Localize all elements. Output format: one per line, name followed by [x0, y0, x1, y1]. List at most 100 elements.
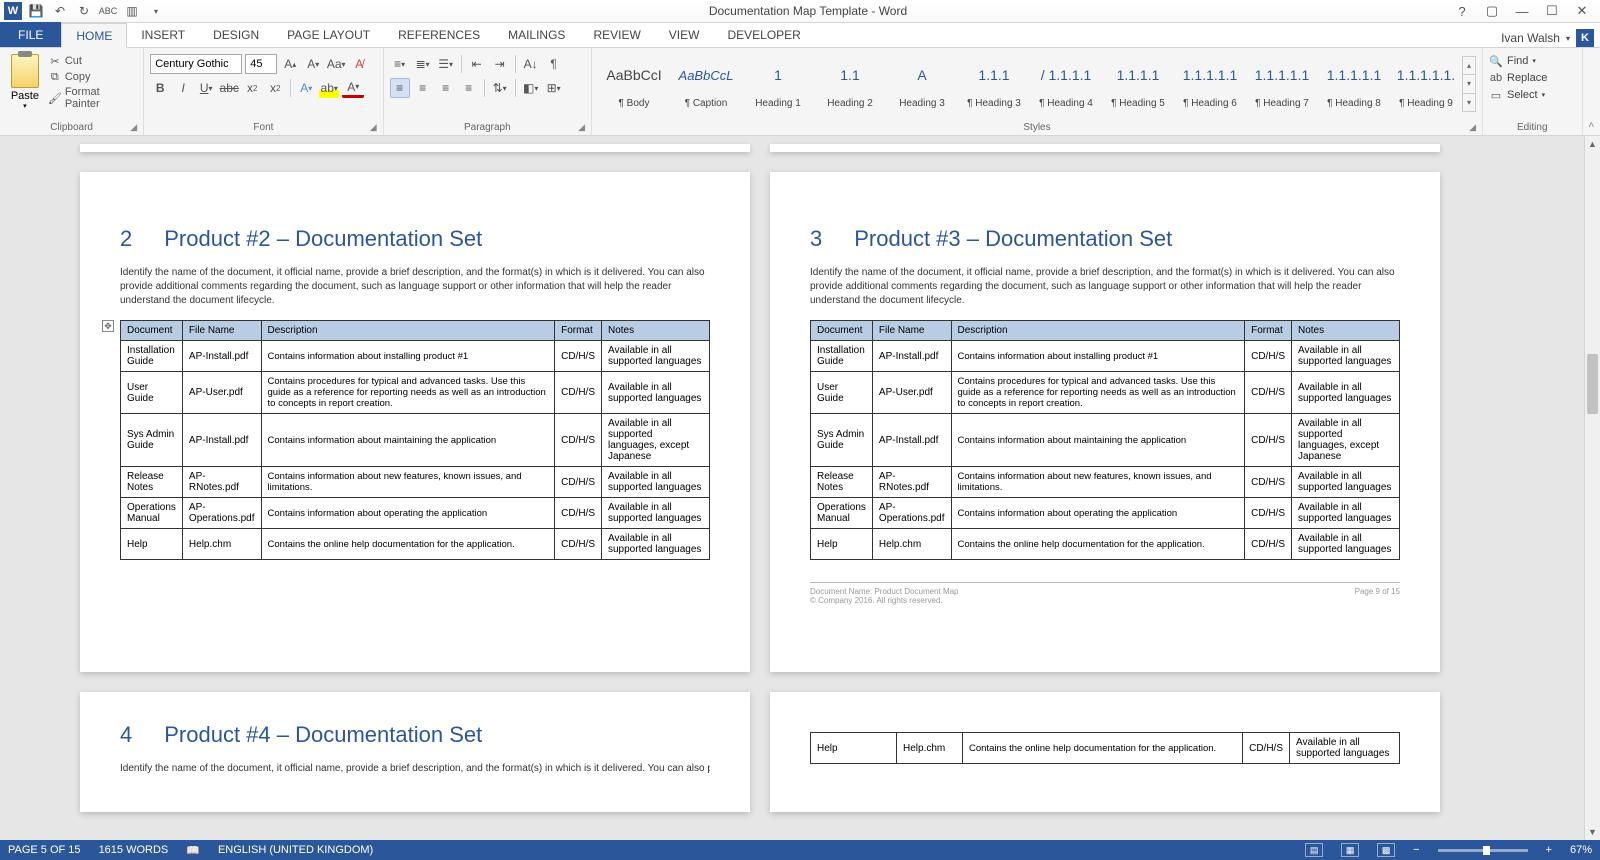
- table-row[interactable]: Sys Admin GuideAP-Install.pdfContains in…: [811, 414, 1400, 467]
- zoom-out-icon[interactable]: −: [1413, 844, 1419, 856]
- tab-insert[interactable]: INSERT: [127, 22, 199, 47]
- align-left-icon[interactable]: ≡: [390, 78, 410, 98]
- select-button[interactable]: ▭Select ▾: [1489, 88, 1545, 102]
- user-name[interactable]: Ivan Walsh: [1501, 31, 1560, 45]
- table-row[interactable]: HelpHelp.chmContains the online help doc…: [811, 529, 1400, 560]
- sort-icon[interactable]: A↓: [521, 54, 541, 74]
- numbering-icon[interactable]: ≣▾: [413, 54, 433, 74]
- close-icon[interactable]: ✕: [1570, 3, 1594, 19]
- line-spacing-icon[interactable]: ⇅▾: [490, 78, 510, 98]
- tab-design[interactable]: DESIGN: [199, 22, 273, 47]
- font-color-icon[interactable]: A▾: [342, 78, 364, 98]
- style-item[interactable]: 1.1.1¶ Heading 3: [958, 56, 1030, 112]
- vertical-scrollbar[interactable]: ▲ ▼: [1584, 136, 1600, 840]
- qat-custom-icon[interactable]: ▥: [122, 1, 142, 21]
- highlight-icon[interactable]: ab▾: [319, 78, 339, 98]
- tab-view[interactable]: VIEW: [655, 22, 714, 47]
- style-item[interactable]: 1.1.1.1.1¶ Heading 7: [1246, 56, 1318, 112]
- redo-icon[interactable]: ↻: [74, 1, 94, 21]
- zoom-in-icon[interactable]: +: [1546, 844, 1552, 856]
- style-item[interactable]: 1.1.1.1¶ Heading 5: [1102, 56, 1174, 112]
- table-row[interactable]: Release NotesAP-RNotes.pdfContains infor…: [121, 467, 710, 498]
- document-area[interactable]: 2 Product #2 – Documentation Set Identif…: [0, 136, 1584, 840]
- show-marks-icon[interactable]: ¶: [544, 54, 564, 74]
- status-page[interactable]: PAGE 5 OF 15: [8, 844, 81, 856]
- tab-review[interactable]: REVIEW: [579, 22, 654, 47]
- subscript-button[interactable]: x2: [242, 78, 262, 98]
- scroll-up-icon[interactable]: ▲: [1585, 136, 1600, 152]
- table-move-handle-icon[interactable]: ✥: [102, 320, 114, 332]
- user-dropdown-icon[interactable]: ▾: [1566, 34, 1570, 43]
- web-layout-icon[interactable]: ▩: [1377, 843, 1395, 857]
- change-case-icon[interactable]: Aa▾: [326, 54, 346, 74]
- zoom-slider[interactable]: [1438, 849, 1528, 852]
- tab-mailings[interactable]: MAILINGS: [494, 22, 579, 47]
- table-row[interactable]: Sys Admin GuideAP-Install.pdfContains in…: [121, 414, 710, 467]
- replace-button[interactable]: abReplace: [1489, 71, 1547, 85]
- page-section-4[interactable]: 4 Product #4 – Documentation Set Identif…: [80, 692, 750, 812]
- strike-button[interactable]: abc: [219, 78, 239, 98]
- text-effects-icon[interactable]: A▾: [296, 78, 316, 98]
- superscript-button[interactable]: x2: [265, 78, 285, 98]
- justify-icon[interactable]: ≡: [459, 78, 479, 98]
- table-row[interactable]: Operations ManualAP-Operations.pdfContai…: [811, 498, 1400, 529]
- styles-scroll[interactable]: ▴▾▾: [1462, 56, 1476, 112]
- paste-button[interactable]: Paste ▾: [6, 54, 44, 110]
- table-row[interactable]: Installation GuideAP-Install.pdfContains…: [811, 341, 1400, 372]
- page-section-2[interactable]: 2 Product #2 – Documentation Set Identif…: [80, 172, 750, 672]
- underline-button[interactable]: U▾: [196, 78, 216, 98]
- status-words[interactable]: 1615 WORDS: [99, 844, 169, 856]
- shading-icon[interactable]: ◧▾: [521, 78, 541, 98]
- style-item[interactable]: 1.1Heading 2: [814, 56, 886, 112]
- save-icon[interactable]: 💾: [26, 1, 46, 21]
- borders-icon[interactable]: ⊞▾: [544, 78, 564, 98]
- outdent-icon[interactable]: ⇤: [467, 54, 487, 74]
- font-name-input[interactable]: [150, 54, 242, 74]
- italic-button[interactable]: I: [173, 78, 193, 98]
- scroll-thumb[interactable]: [1587, 354, 1598, 414]
- print-layout-icon[interactable]: ▦: [1341, 843, 1359, 857]
- paragraph-launcher-icon[interactable]: ◢: [578, 122, 585, 133]
- bullets-icon[interactable]: ≡▾: [390, 54, 410, 74]
- style-item[interactable]: 1.1.1.1.1¶ Heading 8: [1318, 56, 1390, 112]
- find-button[interactable]: 🔍Find ▾: [1489, 54, 1536, 68]
- font-size-input[interactable]: [245, 54, 277, 74]
- multilevel-icon[interactable]: ☰▾: [436, 54, 456, 74]
- tab-developer[interactable]: DEVELOPER: [713, 22, 814, 47]
- user-badge[interactable]: K: [1576, 29, 1594, 47]
- style-item[interactable]: 1.1.1.1.1¶ Heading 6: [1174, 56, 1246, 112]
- shrink-font-icon[interactable]: A▾: [303, 54, 323, 74]
- grow-font-icon[interactable]: A▴: [280, 54, 300, 74]
- qat-dropdown-icon[interactable]: ▾: [146, 1, 166, 21]
- format-painter-button[interactable]: 🖌Format Painter: [48, 86, 137, 110]
- clear-format-icon[interactable]: A̸: [349, 54, 369, 74]
- tab-home[interactable]: HOME: [61, 23, 127, 48]
- table-row[interactable]: User GuideAP-User.pdfContains procedures…: [811, 372, 1400, 414]
- table-row[interactable]: HelpHelp.chmContains the online help doc…: [121, 529, 710, 560]
- maximize-icon[interactable]: ☐: [1540, 3, 1564, 19]
- tab-file[interactable]: FILE: [0, 22, 61, 47]
- styles-launcher-icon[interactable]: ◢: [1469, 122, 1476, 133]
- style-item[interactable]: 1.1.1.1.1.¶ Heading 9: [1390, 56, 1462, 112]
- tab-references[interactable]: REFERENCES: [384, 22, 494, 47]
- help-icon[interactable]: ?: [1450, 4, 1474, 19]
- style-item[interactable]: AaBbCcL¶ Caption: [670, 56, 742, 112]
- style-item[interactable]: 1Heading 1: [742, 56, 814, 112]
- font-launcher-icon[interactable]: ◢: [370, 122, 377, 133]
- ribbon-display-icon[interactable]: ▢: [1480, 3, 1504, 19]
- cut-button[interactable]: ✂Cut: [48, 54, 137, 68]
- table-row[interactable]: Operations ManualAP-Operations.pdfContai…: [121, 498, 710, 529]
- doc-table-3[interactable]: DocumentFile NameDescriptionFormatNotes …: [810, 320, 1400, 560]
- spelling-icon[interactable]: ABC: [98, 1, 118, 21]
- align-right-icon[interactable]: ≡: [436, 78, 456, 98]
- table-row[interactable]: Installation GuideAP-Install.pdfContains…: [121, 341, 710, 372]
- doc-table-help[interactable]: Help Help.chm Contains the online help d…: [810, 732, 1400, 764]
- undo-icon[interactable]: ↶: [50, 1, 70, 21]
- collapse-ribbon-icon[interactable]: ˄: [1583, 48, 1600, 135]
- minimize-icon[interactable]: —: [1510, 4, 1534, 19]
- status-language[interactable]: ENGLISH (UNITED KINGDOM): [218, 844, 373, 856]
- scroll-down-icon[interactable]: ▼: [1585, 824, 1600, 840]
- align-center-icon[interactable]: ≡: [413, 78, 433, 98]
- table-row[interactable]: Release NotesAP-RNotes.pdfContains infor…: [811, 467, 1400, 498]
- indent-icon[interactable]: ⇥: [490, 54, 510, 74]
